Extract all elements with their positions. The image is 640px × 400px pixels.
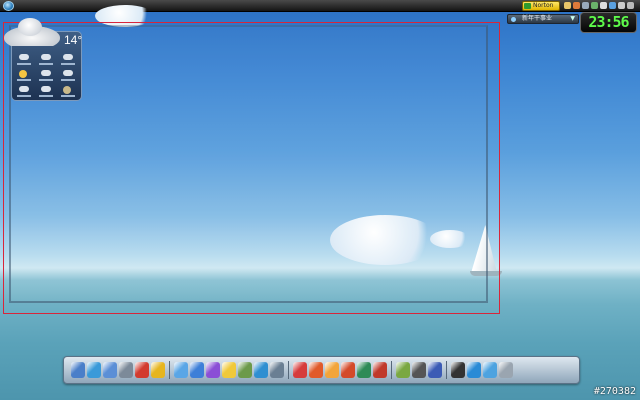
globe-icon[interactable]	[573, 2, 580, 9]
forecast-cell	[58, 69, 80, 85]
globe-icon[interactable]	[103, 362, 117, 378]
notes-icon[interactable]	[222, 362, 236, 378]
disc-icon[interactable]	[412, 362, 426, 378]
cloudy-rain-icon	[4, 18, 60, 46]
dropdown-label: 新年干事业	[522, 15, 553, 22]
shield-app-icon[interactable]	[373, 362, 387, 378]
dock-separator	[446, 361, 447, 379]
vgx-icon[interactable]	[396, 362, 410, 378]
forecast-cell	[58, 53, 80, 69]
forecast-cell	[36, 85, 58, 101]
h-icon[interactable]	[428, 362, 442, 378]
forecast-grid	[14, 53, 80, 101]
forecast-cell	[36, 53, 58, 69]
gear-icon[interactable]	[627, 2, 634, 9]
speaker-icon[interactable]	[582, 2, 589, 9]
forecast-cell	[14, 53, 36, 69]
trash-icon[interactable]	[499, 362, 513, 378]
network-people-icon[interactable]	[174, 362, 188, 378]
eye-icon[interactable]	[238, 362, 252, 378]
forecast-cell	[14, 85, 36, 101]
forecast-cell	[36, 69, 58, 85]
arrow-icon[interactable]	[618, 2, 625, 9]
chat-icon[interactable]	[609, 2, 616, 9]
calendar-icon[interactable]	[254, 362, 268, 378]
battery-icon[interactable]	[600, 2, 607, 9]
media-player-icon[interactable]	[190, 362, 204, 378]
status-dot-icon	[511, 17, 516, 22]
windows-orb-icon[interactable]	[3, 1, 14, 11]
network-icon[interactable]	[591, 2, 598, 9]
sync-icon[interactable]	[483, 362, 497, 378]
record-icon[interactable]	[135, 362, 149, 378]
computer-icon[interactable]	[71, 362, 85, 378]
system-tray	[564, 2, 634, 9]
norton-label: Norton	[533, 2, 554, 9]
top-taskbar: Norton	[0, 0, 640, 12]
panel-icon[interactable]	[119, 362, 133, 378]
pen-icon[interactable]	[325, 362, 339, 378]
gold-icon[interactable]	[151, 362, 165, 378]
acrobat-icon[interactable]	[293, 362, 307, 378]
browser-icon[interactable]	[341, 362, 355, 378]
dock-separator	[288, 361, 289, 379]
refresh-icon[interactable]	[467, 362, 481, 378]
check-icon	[524, 3, 531, 9]
dock-separator	[169, 361, 170, 379]
ie-icon[interactable]	[87, 362, 101, 378]
norton-badge[interactable]: Norton	[522, 1, 560, 11]
clock-app-icon[interactable]	[451, 362, 465, 378]
application-dock	[63, 356, 580, 384]
flag-icon[interactable]	[357, 362, 371, 378]
purple-app-icon[interactable]	[206, 362, 220, 378]
digital-clock[interactable]: 23:56	[580, 12, 637, 33]
tools-icon[interactable]	[270, 362, 284, 378]
image-id-watermark: #270382	[593, 386, 636, 397]
shield-icon[interactable]	[564, 2, 571, 9]
grid-icon[interactable]	[309, 362, 323, 378]
quick-launch-dropdown[interactable]: 新年干事业 ▼	[507, 14, 579, 24]
weather-temperature: 14°	[64, 33, 83, 47]
chevron-down-icon: ▼	[570, 15, 575, 22]
forecast-cell	[58, 85, 80, 101]
dock-separator	[391, 361, 392, 379]
forecast-cell	[14, 69, 36, 85]
